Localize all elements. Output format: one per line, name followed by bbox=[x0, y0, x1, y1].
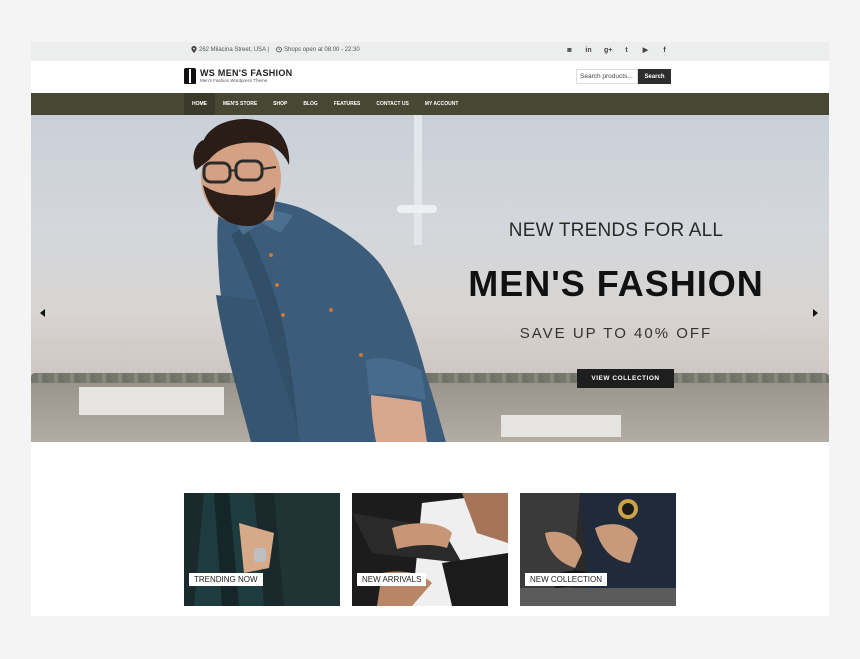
arrivals-image bbox=[352, 493, 508, 606]
googleplus-icon[interactable]: g+ bbox=[604, 46, 612, 56]
clock-icon bbox=[276, 46, 282, 53]
nav-item-my-account[interactable]: MY ACCOUNT bbox=[417, 93, 467, 115]
nav-item-contact-us[interactable]: CONTACT US bbox=[368, 93, 416, 115]
collection-image bbox=[520, 493, 676, 606]
logo-subtitle: Men's Fashion Wordpress Theme bbox=[200, 78, 268, 83]
category-card-trending[interactable]: TRENDING NOW bbox=[184, 493, 340, 606]
new-collection-label[interactable]: NEW COLLECTION bbox=[525, 573, 608, 586]
site-logo[interactable]: WS MEN'S FASHION Men's Fashion Wordpress… bbox=[184, 68, 292, 84]
logo-title: WS MEN'S FASHION bbox=[200, 68, 293, 78]
category-card-arrivals[interactable]: NEW ARRIVALS bbox=[352, 493, 508, 606]
facebook-icon[interactable]: f bbox=[661, 46, 668, 56]
trending-image bbox=[184, 493, 340, 606]
linkedin-icon[interactable]: in bbox=[585, 46, 592, 56]
instagram-icon[interactable]: ◙ bbox=[566, 46, 573, 56]
category-card-collection[interactable]: NEW COLLECTION bbox=[520, 493, 676, 606]
map-pin-icon bbox=[191, 46, 197, 53]
nav-item-blog[interactable]: BLOG bbox=[295, 93, 325, 115]
hours-text: Shops open at 08:00 - 22:30 bbox=[284, 46, 360, 53]
search-form: Search bbox=[576, 69, 671, 84]
nav-item-shop[interactable]: SHOP bbox=[265, 93, 295, 115]
jacket-logo-icon bbox=[184, 68, 196, 84]
social-links: ◙ in g+ t ▶ f bbox=[566, 46, 668, 56]
youtube-icon[interactable]: ▶ bbox=[642, 46, 649, 56]
hours-info: Shops open at 08:00 - 22:30 bbox=[276, 46, 360, 53]
twitter-icon[interactable]: t bbox=[623, 46, 630, 56]
main-nav: HOME MEN'S STORE SHOP BLOG FEATURES CONT… bbox=[31, 93, 829, 115]
page: 262 Milacina Street, USA | Shops open at… bbox=[31, 42, 829, 616]
search-input[interactable] bbox=[576, 69, 638, 84]
distant-building bbox=[501, 415, 621, 437]
hero-offer: SAVE UP TO 40% OFF bbox=[519, 325, 713, 342]
slider-next-arrow[interactable] bbox=[813, 309, 818, 317]
trending-now-label[interactable]: TRENDING NOW bbox=[189, 573, 263, 586]
nav-item-mens-store[interactable]: MEN'S STORE bbox=[215, 93, 265, 115]
hero-tagline: NEW TRENDS FOR ALL bbox=[508, 220, 724, 241]
new-arrivals-label[interactable]: NEW ARRIVALS bbox=[357, 573, 427, 586]
hero-slider: NEW TRENDS FOR ALL MEN'S FASHION SAVE UP… bbox=[31, 115, 829, 442]
address-info: 262 Milacina Street, USA | bbox=[191, 46, 269, 53]
search-button[interactable]: Search bbox=[638, 69, 671, 84]
nav-item-features[interactable]: FEATURES bbox=[326, 93, 369, 115]
address-text: 262 Milacina Street, USA | bbox=[199, 46, 269, 53]
hero-title: MEN'S FASHION bbox=[468, 263, 764, 304]
site-header: WS MEN'S FASHION Men's Fashion Wordpress… bbox=[31, 61, 829, 93]
top-info-bar: 262 Milacina Street, USA | Shops open at… bbox=[31, 42, 829, 61]
view-collection-button[interactable]: VIEW COLLECTION bbox=[577, 369, 674, 388]
slider-prev-arrow[interactable] bbox=[40, 309, 45, 317]
nav-item-home[interactable]: HOME bbox=[184, 93, 215, 115]
